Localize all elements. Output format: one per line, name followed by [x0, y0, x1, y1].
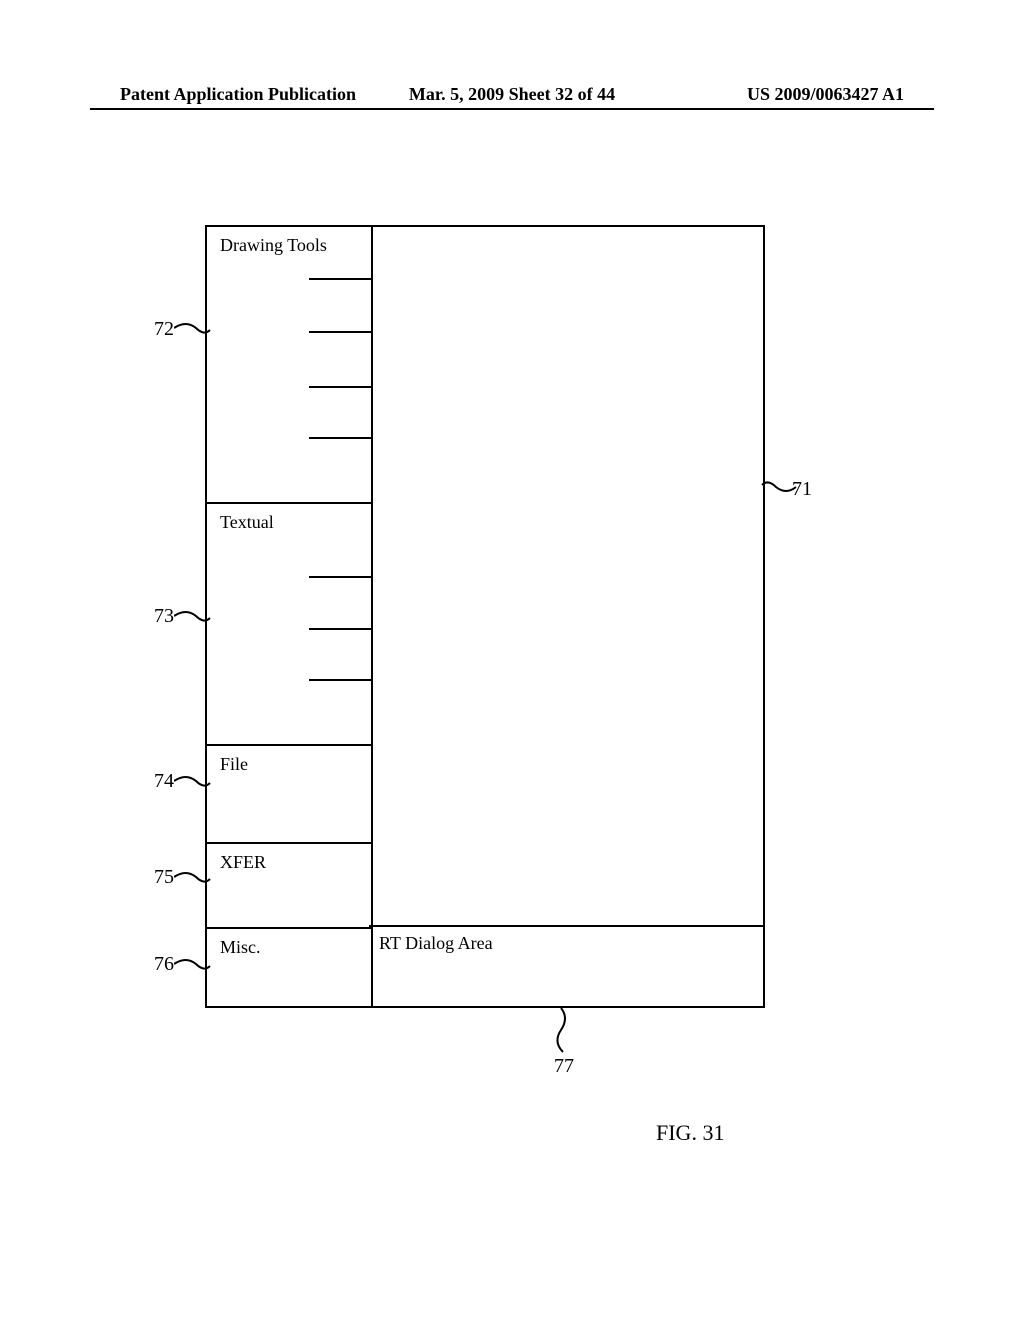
main-window-box: Drawing Tools Textual File XFER Misc. — [205, 225, 765, 1008]
rt-dialog-area: RT Dialog Area — [369, 925, 763, 1006]
tool-slot-line — [309, 628, 371, 630]
section-title-textual: Textual — [207, 504, 371, 533]
tool-slot-line — [309, 679, 371, 681]
ref-number-73: 73 — [154, 605, 174, 628]
diagram-container: Drawing Tools Textual File XFER Misc. — [205, 225, 765, 1008]
section-drawing-tools: Drawing Tools — [207, 227, 371, 504]
tool-slot-line — [309, 437, 371, 439]
patent-header: Patent Application Publication Mar. 5, 2… — [0, 84, 1024, 105]
section-title-xfer: XFER — [207, 844, 371, 873]
leader-73 — [174, 608, 214, 630]
header-publication-type: Patent Application Publication — [120, 84, 381, 105]
leader-74 — [174, 773, 214, 795]
section-xfer: XFER — [207, 844, 371, 929]
tool-slot-line — [309, 386, 371, 388]
tool-slot-line — [309, 576, 371, 578]
tool-slot-line — [309, 331, 371, 333]
ref-number-77: 77 — [554, 1055, 574, 1078]
header-date-sheet: Mar. 5, 2009 Sheet 32 of 44 — [381, 84, 642, 105]
header-patent-number: US 2009/0063427 A1 — [643, 84, 904, 105]
tool-sidebar: Drawing Tools Textual File XFER Misc. — [207, 227, 373, 1006]
leader-75 — [174, 869, 214, 891]
ref-number-72: 72 — [154, 318, 174, 341]
header-divider — [90, 108, 934, 110]
tool-slot-line — [309, 278, 371, 280]
section-title-file: File — [207, 746, 371, 775]
ref-number-74: 74 — [154, 770, 174, 793]
section-title-misc: Misc. — [207, 929, 371, 958]
figure-number: FIG. 31 — [656, 1120, 724, 1146]
ref-number-75: 75 — [154, 866, 174, 889]
leader-76 — [174, 956, 214, 978]
section-title-drawing: Drawing Tools — [207, 227, 371, 256]
section-textual: Textual — [207, 504, 371, 746]
ref-number-76: 76 — [154, 953, 174, 976]
dialog-title: RT Dialog Area — [369, 927, 763, 954]
section-file: File — [207, 746, 371, 844]
leader-72 — [174, 320, 214, 342]
leader-77 — [553, 1008, 577, 1056]
leader-71 — [760, 473, 798, 497]
section-misc: Misc. — [207, 929, 371, 1010]
